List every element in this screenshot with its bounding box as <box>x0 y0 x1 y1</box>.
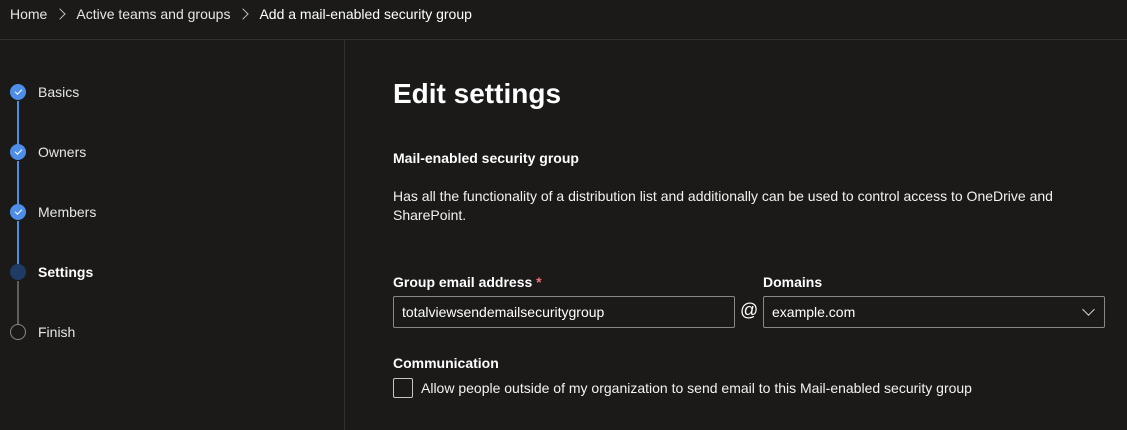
allow-external-email-option[interactable]: Allow people outside of my organization … <box>393 378 972 398</box>
communication-label: Communication <box>393 355 499 371</box>
chevron-down-icon <box>1082 303 1095 316</box>
step-completed-icon <box>10 204 26 220</box>
step-completed-icon <box>10 84 26 100</box>
at-symbol: @ <box>740 300 759 320</box>
step-basics[interactable]: Basics <box>10 82 79 102</box>
step-finish[interactable]: Finish <box>10 322 75 342</box>
allow-external-email-label[interactable]: Allow people outside of my organization … <box>421 380 972 396</box>
chevron-right-icon <box>237 8 250 20</box>
chevron-right-icon <box>54 8 67 20</box>
breadcrumb-active-teams[interactable]: Active teams and groups <box>76 6 230 22</box>
breadcrumb-home[interactable]: Home <box>10 6 47 22</box>
breadcrumb-current: Add a mail-enabled security group <box>259 6 472 22</box>
step-label: Finish <box>38 324 76 340</box>
step-connector <box>17 101 19 145</box>
allow-external-email-checkbox[interactable] <box>393 378 413 398</box>
step-settings[interactable]: Settings <box>10 262 93 282</box>
step-members[interactable]: Members <box>10 202 96 222</box>
wizard-steps: Basics Owners Members Settings Finish <box>0 40 344 430</box>
step-completed-icon <box>10 144 26 160</box>
step-connector <box>17 161 19 205</box>
required-marker: * <box>536 274 542 290</box>
domains-label: Domains <box>763 274 823 290</box>
group-email-label: Group email address * <box>393 274 542 290</box>
section-title: Mail-enabled security group <box>393 150 579 166</box>
step-connector <box>17 221 19 265</box>
page-title: Edit settings <box>393 78 562 109</box>
step-connector <box>17 281 19 325</box>
section-description: Has all the functionality of a distribut… <box>393 188 1053 223</box>
step-label: Members <box>38 204 97 220</box>
domains-dropdown[interactable]: example.com <box>763 296 1105 328</box>
panel-divider <box>344 40 345 430</box>
step-owners[interactable]: Owners <box>10 142 86 162</box>
step-label: Basics <box>38 84 80 100</box>
group-email-label-text: Group email address <box>393 274 533 290</box>
breadcrumb: Home Active teams and groups Add a mail-… <box>0 0 1127 28</box>
domains-selected-value: example.com <box>772 304 856 320</box>
step-pending-icon <box>10 324 26 340</box>
group-email-input[interactable] <box>393 296 735 328</box>
step-current-icon <box>10 264 26 280</box>
step-label: Settings <box>38 264 94 280</box>
step-label: Owners <box>38 144 87 160</box>
